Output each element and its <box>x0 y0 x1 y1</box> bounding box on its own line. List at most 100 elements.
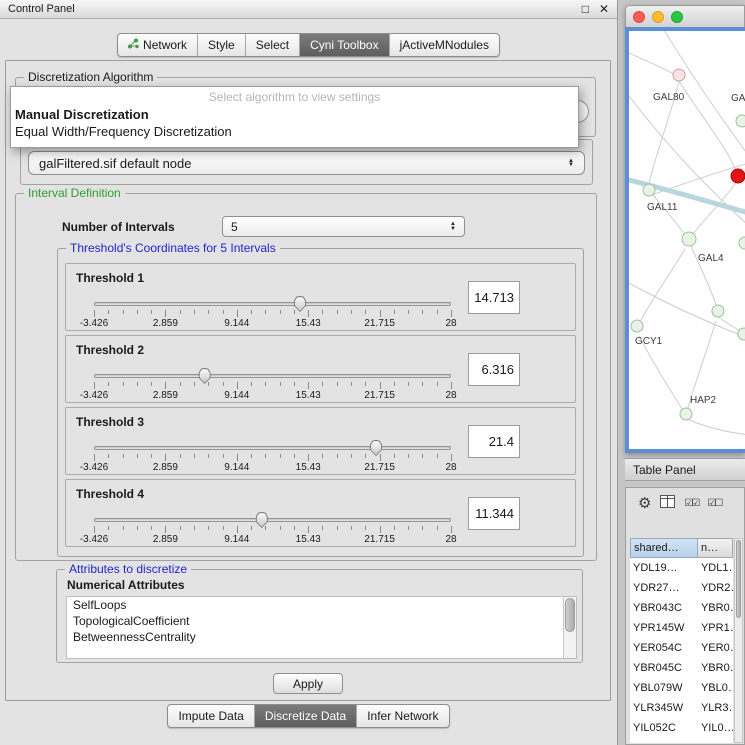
network-node[interactable] <box>680 408 692 420</box>
tab-jactivemnodules[interactable]: jActiveMNodules <box>390 34 499 56</box>
network-canvas[interactable]: GAL80GAGAL11GAL4GCY1HAP2 <box>629 31 745 449</box>
threshold-value-field[interactable]: 11.344 <box>468 497 520 530</box>
table-header-row: shared… n… <box>630 538 733 558</box>
threshold-label: Threshold 1 <box>76 271 144 285</box>
attribute-item[interactable]: SelfLoops <box>67 597 576 613</box>
threshold-value-field[interactable]: 6.316 <box>468 353 520 386</box>
network-node[interactable] <box>673 69 685 81</box>
table-data-combobox[interactable]: galFiltered.sif default node ▲▼ <box>28 151 585 175</box>
control-panel-window: Control Panel □ ✕ Network Style Select C… <box>0 0 618 745</box>
tab-label: jActiveMNodules <box>400 38 489 52</box>
network-graph: GAL80GAGAL11GAL4GCY1HAP2 <box>629 31 745 449</box>
attribute-item[interactable]: TopologicalCoefficient <box>67 613 576 629</box>
table-row[interactable]: YPR145WYPR1… <box>630 618 733 638</box>
tab-impute-data[interactable]: Impute Data <box>168 705 254 727</box>
tab-label: Select <box>256 38 289 52</box>
slider-ticks <box>94 454 451 462</box>
network-node[interactable] <box>682 232 696 246</box>
float-window-icon[interactable]: □ <box>582 3 589 15</box>
table-row[interactable]: YDR27…YDR2… <box>630 578 733 598</box>
tab-network[interactable]: Network <box>118 34 198 56</box>
table-panel-titlebar[interactable]: Table Panel <box>625 458 745 481</box>
slider-track[interactable] <box>94 374 451 378</box>
tab-discretize-data[interactable]: Discretize Data <box>255 705 357 727</box>
tab-style[interactable]: Style <box>198 34 246 56</box>
network-node[interactable] <box>739 237 745 249</box>
threshold-value-field[interactable]: 14.713 <box>468 281 520 314</box>
deselect-checkboxes-icon[interactable]: ☑☐ <box>707 498 721 509</box>
table-panel: ⚙ ☑☑ ☑☐ shared… n… YDL19…YDL1…YDR27…YDR2… <box>625 487 745 745</box>
network-view-window: GAL80GAGAL11GAL4GCY1HAP2 <box>625 5 745 453</box>
network-node-selected[interactable] <box>731 169 745 183</box>
select-all-checkboxes-icon[interactable]: ☑☑ <box>684 498 698 509</box>
table-row[interactable]: YIL052CYIL0… <box>630 718 733 738</box>
table-row[interactable]: YER054CYER0… <box>630 638 733 658</box>
threshold-3-box: Threshold 3 -3.4262.8599.14415.4321.7152… <box>65 407 576 475</box>
group-title: Discretization Algorithm <box>24 70 157 84</box>
table-row[interactable]: YDL19…YDL1… <box>630 558 733 578</box>
algorithm-dropdown-popup: Select algorithm to view settings Manual… <box>10 86 579 148</box>
column-header-shared-name[interactable]: shared… <box>630 538 698 558</box>
table-row[interactable]: YBR043CYBR0… <box>630 598 733 618</box>
group-title: Attributes to discretize <box>65 562 191 576</box>
threshold-4-slider[interactable]: -3.4262.8599.14415.4321.71528 <box>94 512 451 546</box>
network-node[interactable] <box>631 320 643 332</box>
attributes-scrollbar[interactable] <box>563 597 576 658</box>
scrollbar-thumb[interactable] <box>736 540 741 618</box>
interval-definition-group: Interval Definition Number of Intervals … <box>15 193 597 561</box>
network-window-titlebar[interactable] <box>625 5 745 27</box>
network-node[interactable] <box>738 328 745 340</box>
tab-label: Discretize Data <box>265 709 346 723</box>
tab-infer-network[interactable]: Infer Network <box>357 705 448 727</box>
slider-axis-labels: -3.4262.8599.14415.4321.71528 <box>94 534 451 545</box>
control-panel-titlebar[interactable]: Control Panel □ ✕ <box>0 0 617 19</box>
slider-axis-labels: -3.4262.8599.14415.4321.71528 <box>94 390 451 401</box>
table-row[interactable]: YBR045CYBR0… <box>630 658 733 678</box>
node-label: HAP2 <box>690 395 717 406</box>
numerical-attributes-list[interactable]: SelfLoopsTopologicalCoefficientBetweenne… <box>66 596 577 659</box>
apply-button[interactable]: Apply <box>273 673 343 694</box>
scrollbar-thumb[interactable] <box>565 598 575 632</box>
dropdown-option-equal-width-frequency[interactable]: Equal Width/Frequency Discretization <box>11 123 578 140</box>
column-header-name[interactable]: n… <box>698 538 733 558</box>
slider-ticks <box>94 526 451 534</box>
columns-icon[interactable] <box>660 495 675 511</box>
close-icon[interactable]: ✕ <box>599 3 609 15</box>
threshold-2-slider[interactable]: -3.4262.8599.14415.4321.71528 <box>94 368 451 402</box>
table-scrollbar[interactable] <box>734 538 743 743</box>
table-panel-title: Table Panel <box>633 463 696 477</box>
number-of-intervals-value: 5 <box>231 220 238 234</box>
dropdown-option-manual-discretization[interactable]: Manual Discretization <box>11 106 578 123</box>
network-node[interactable] <box>643 184 655 196</box>
network-icon <box>128 38 139 52</box>
threshold-value-field[interactable]: 21.4 <box>468 425 520 458</box>
dropdown-hint: Select algorithm to view settings <box>11 87 578 106</box>
gear-icon[interactable]: ⚙ <box>638 496 651 511</box>
slider-axis-labels: -3.4262.8599.14415.4321.71528 <box>94 462 451 473</box>
number-of-intervals-combobox[interactable]: 5 ▲▼ <box>222 216 465 237</box>
table-row[interactable]: YBL079WYBL0… <box>630 678 733 698</box>
tab-cyni-toolbox[interactable]: Cyni Toolbox <box>300 34 389 56</box>
mac-zoom-icon[interactable] <box>671 11 683 23</box>
tab-label: Network <box>143 38 187 52</box>
combo-arrows-icon: ▲▼ <box>450 222 456 231</box>
threshold-1-slider[interactable]: -3.4262.8599.14415.4321.71528 <box>94 296 451 330</box>
tab-label: Style <box>208 38 235 52</box>
slider-track[interactable] <box>94 518 451 522</box>
slider-track[interactable] <box>94 302 451 306</box>
network-node[interactable] <box>736 115 745 127</box>
network-node[interactable] <box>712 305 724 317</box>
node-label: GAL11 <box>647 202 678 213</box>
threshold-label: Threshold 2 <box>76 343 144 357</box>
mac-close-icon[interactable] <box>633 11 645 23</box>
node-label: GAL80 <box>653 92 685 103</box>
threshold-1-box: Threshold 1 -3.4262.8599.14415.4321.7152… <box>65 263 576 331</box>
mac-minimize-icon[interactable] <box>652 11 664 23</box>
attribute-item[interactable]: BetweennessCentrality <box>67 629 576 645</box>
tab-select[interactable]: Select <box>246 34 300 56</box>
slider-track[interactable] <box>94 446 451 450</box>
tab-label: Infer Network <box>367 709 438 723</box>
table-row[interactable]: YLR345WYLR3… <box>630 698 733 718</box>
slider-axis-labels: -3.4262.8599.14415.4321.71528 <box>94 318 451 329</box>
threshold-3-slider[interactable]: -3.4262.8599.14415.4321.71528 <box>94 440 451 474</box>
